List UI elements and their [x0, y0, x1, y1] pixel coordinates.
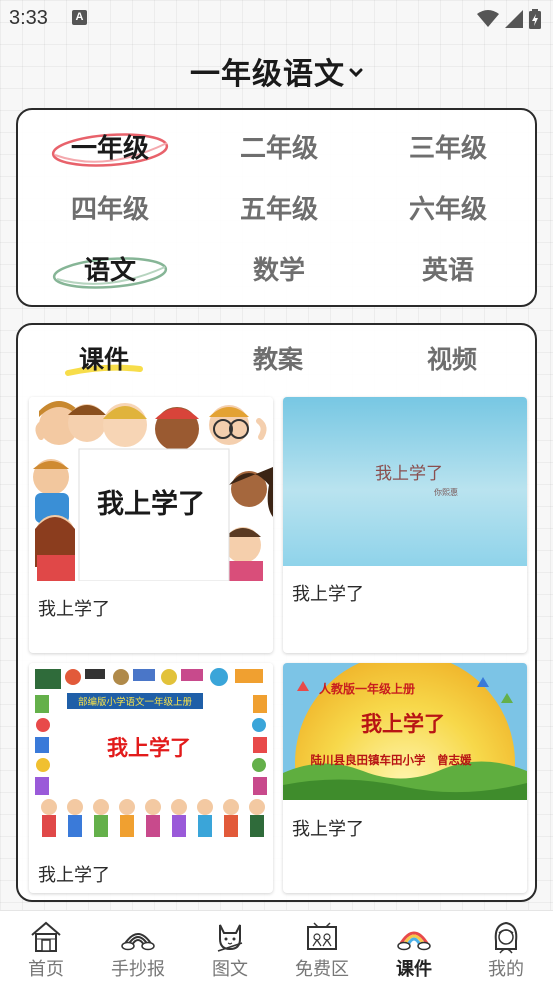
nav-handcopy[interactable]: 手抄报	[92, 911, 184, 984]
grade-option-3[interactable]: 三年级	[383, 129, 513, 169]
cat-icon	[217, 924, 243, 952]
subject-option-english[interactable]: 英语	[383, 251, 513, 291]
nav-label: 图文	[212, 959, 248, 980]
bottom-nav: 首页 手抄报 图文 免费区 课件 我的	[0, 910, 553, 984]
notification-icon: A	[72, 10, 87, 25]
courseware-card-2[interactable]: 我上学了 你熙惠 我上学了	[283, 397, 527, 653]
page-title: 一年级语文	[190, 57, 345, 92]
thumb-title: 我上学了	[375, 464, 443, 484]
thumb-title: 我上学了	[361, 712, 445, 736]
grade-option-2[interactable]: 二年级	[214, 129, 344, 169]
courseware-card-3[interactable]: 部编版小学语文一年级上册 我上学了 我上学了	[29, 663, 273, 893]
grade-option-4[interactable]: 四年级	[45, 190, 175, 230]
tab-label: 视频	[426, 345, 477, 374]
grade-option-5[interactable]: 五年级	[214, 190, 344, 230]
content-panel: 课件 教案 视频 我上学了 我上学了 我上学了 你熙惠 我上学了 部编版小学语文…	[16, 323, 537, 902]
card-thumbnail: 部编版小学语文一年级上册 我上学了	[29, 663, 273, 847]
content-tabs: 课件 教案 视频	[18, 337, 535, 383]
nav-label: 首页	[28, 959, 64, 980]
wifi-icon	[477, 10, 499, 27]
tab-label: 教案	[252, 345, 303, 374]
grade-label: 二年级	[239, 134, 318, 164]
grade-label: 三年级	[408, 134, 487, 164]
status-bar: 3:33 A	[0, 0, 553, 38]
thumb-bottom: 陆川县良田镇车田小学 曾志媛	[311, 753, 472, 767]
nav-picture-text[interactable]: 图文	[184, 911, 276, 984]
thumb-subtitle: 你熙惠	[434, 487, 458, 497]
classroom-illustration: 部编版小学语文一年级上册 我上学了	[29, 663, 273, 847]
card-title: 我上学了	[292, 584, 364, 605]
thumb-top: 人教版一年级上册	[319, 681, 415, 696]
grade-label: 一年级	[70, 134, 149, 164]
nav-mine[interactable]: 我的	[460, 911, 552, 984]
card-title: 我上学了	[38, 599, 110, 620]
tab-label: 课件	[78, 345, 129, 374]
status-time: 3:33	[9, 7, 48, 29]
grade-label: 六年级	[408, 195, 487, 225]
nav-courseware[interactable]: 课件	[368, 911, 460, 984]
colored-rainbow-icon	[397, 931, 431, 951]
nav-label: 课件	[396, 959, 432, 980]
subject-label: 数学	[252, 256, 305, 286]
title-dropdown[interactable]: 一年级语文	[0, 48, 553, 94]
girl-icon	[494, 921, 518, 954]
thumb-banner: 部编版小学语文一年级上册	[78, 696, 193, 708]
card-title: 我上学了	[292, 819, 364, 840]
tab-lesson-plan[interactable]: 教案	[208, 337, 348, 383]
nav-label: 免费区	[295, 959, 349, 980]
kids-row	[41, 799, 265, 837]
signal-icon	[505, 10, 523, 28]
card-thumbnail: 我上学了 你熙惠	[283, 397, 527, 566]
grade-option-1[interactable]: 一年级	[45, 129, 175, 169]
thumb-title: 我上学了	[97, 488, 205, 520]
sky-slide-illustration: 我上学了 你熙惠	[283, 397, 527, 566]
chevron-down-icon	[349, 68, 363, 78]
battery-icon	[529, 9, 541, 29]
card-title: 我上学了	[38, 865, 110, 886]
tab-courseware[interactable]: 课件	[34, 337, 174, 383]
kids-illustration: 我上学了	[29, 397, 273, 581]
tab-video[interactable]: 视频	[382, 337, 522, 383]
subject-option-chinese[interactable]: 语文	[45, 251, 175, 291]
grade-label: 五年级	[239, 195, 318, 225]
nav-home[interactable]: 首页	[0, 911, 92, 984]
grade-option-6[interactable]: 六年级	[383, 190, 513, 230]
courseware-card-1[interactable]: 我上学了 我上学了	[29, 397, 273, 653]
courseware-card-4[interactable]: 人教版一年级上册 我上学了 陆川县良田镇车田小学 曾志媛 我上学了	[283, 663, 527, 893]
thumb-title: 我上学了	[107, 736, 191, 760]
subject-label: 语文	[83, 256, 136, 286]
nav-label: 手抄报	[111, 959, 165, 980]
card-thumbnail: 人教版一年级上册 我上学了 陆川县良田镇车田小学 曾志媛	[283, 663, 527, 800]
subject-label: 英语	[421, 256, 474, 286]
status-icons	[477, 9, 541, 29]
house-icon	[31, 921, 61, 952]
card-thumbnail: 我上学了	[29, 397, 273, 581]
grade-subject-panel: 一年级 二年级 三年级 四年级 五年级 六年级 语文 数学 英语	[16, 108, 537, 307]
nav-label: 我的	[488, 959, 524, 980]
nav-free-zone[interactable]: 免费区	[276, 911, 368, 984]
grade-label: 四年级	[70, 195, 149, 225]
subject-option-math[interactable]: 数学	[214, 251, 344, 291]
chalkboard-icon	[307, 922, 337, 950]
rainbow-icon	[121, 933, 155, 951]
sunshine-illustration: 人教版一年级上册 我上学了 陆川县良田镇车田小学 曾志媛	[283, 663, 527, 800]
